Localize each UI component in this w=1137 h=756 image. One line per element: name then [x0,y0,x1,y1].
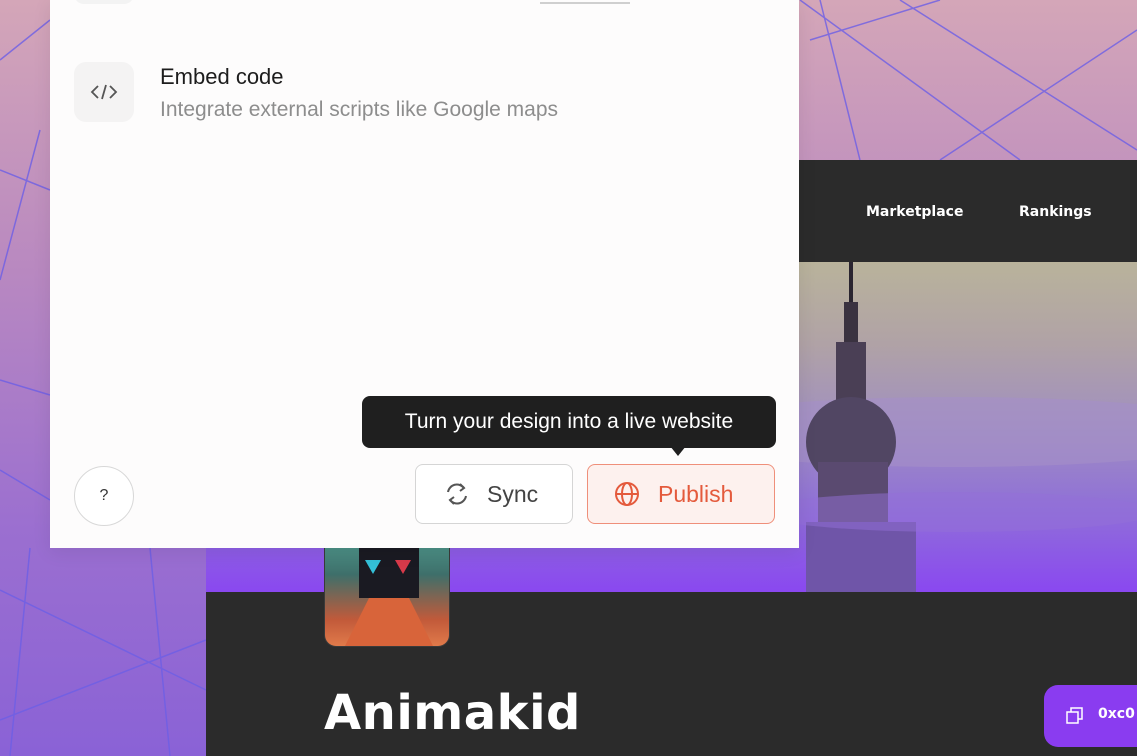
nav-link-rankings[interactable]: Rankings [1019,204,1092,220]
publish-button[interactable]: Publish [587,464,775,524]
nav-link-marketplace[interactable]: Marketplace [866,204,963,220]
menu-item-description: Integrate external scripts like Google m… [160,98,559,121]
sync-button[interactable]: Sync [415,464,573,524]
code-icon [74,62,134,122]
publish-tooltip: Turn your design into a live website [362,396,776,456]
help-label: ? [99,487,109,504]
wallet-address: 0xc0 [1098,706,1135,722]
help-button[interactable]: ? [74,466,134,526]
insert-panel: Embed code Integrate external scripts li… [50,0,799,548]
sync-label: Sync [487,481,539,507]
copy-icon [1066,707,1083,724]
sync-icon [447,483,467,505]
menu-item-embed-code[interactable]: Embed code Integrate external scripts li… [74,62,714,124]
previous-item-icon [74,0,134,4]
previous-item-text [540,0,630,4]
publish-label: Publish [658,481,734,507]
globe-icon [615,482,639,506]
wallet-address-button[interactable]: 0xc0 [1044,685,1137,747]
menu-item-title: Embed code [160,64,284,89]
site-title: Animakid [324,685,581,741]
